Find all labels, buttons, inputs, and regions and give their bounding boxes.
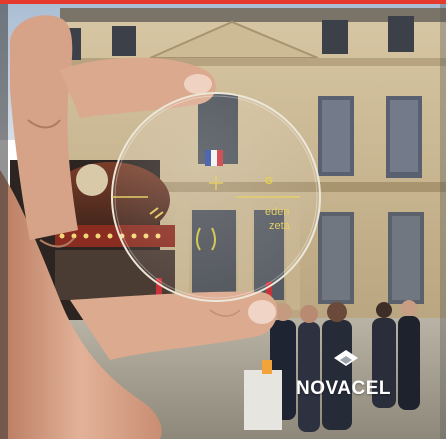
left-edge-frame (0, 4, 8, 439)
lens (111, 92, 321, 302)
lens-engraving-line1: eden (265, 206, 290, 218)
right-edge-frame (440, 4, 446, 439)
photo-scene: G eden zeta NOVACEL (0, 0, 446, 439)
photo-svg (0, 0, 446, 439)
novacel-watermark: NOVACEL (296, 378, 391, 399)
top-border (0, 0, 446, 4)
lens-engraving-line2: zeta (269, 220, 290, 232)
lens-mark-letter: G (265, 176, 273, 187)
